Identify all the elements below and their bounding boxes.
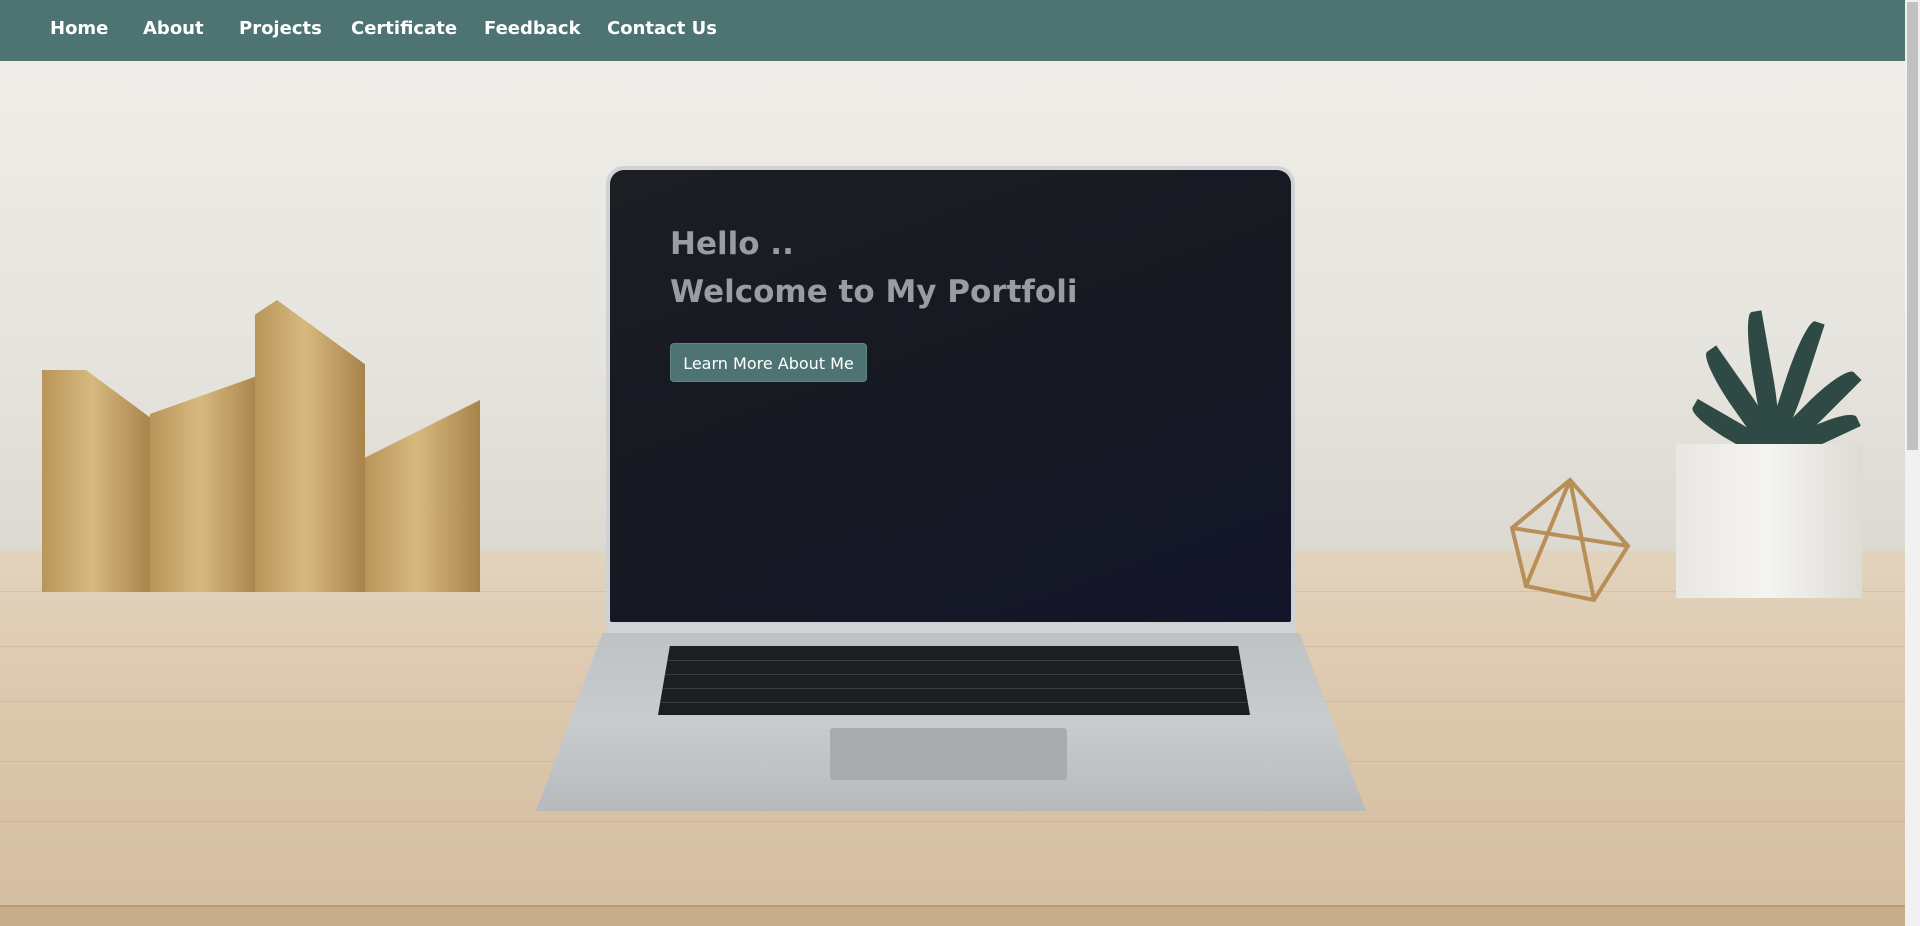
hero-greeting: Hello ..	[670, 226, 794, 262]
geometric-ornament-image	[1509, 477, 1631, 603]
desk-edge	[0, 905, 1905, 926]
scrollbar-thumb[interactable]	[1907, 2, 1918, 450]
nav-projects-link[interactable]: Projects	[239, 18, 322, 39]
hero-welcome-title: Welcome to My Portfoli	[670, 274, 1078, 310]
nav-feedback-link[interactable]: Feedback	[484, 18, 581, 39]
vertical-scrollbar[interactable]	[1905, 0, 1920, 926]
page: Hello .. Welcome to My Portfoli Learn Mo…	[0, 0, 1920, 926]
nav-certificate-link[interactable]: Certificate	[351, 18, 457, 39]
nav-contact-link[interactable]: Contact Us	[607, 18, 717, 39]
nav-home-link[interactable]: Home	[50, 18, 108, 39]
desk-grain	[0, 821, 1905, 822]
nav-about-link[interactable]: About	[143, 18, 204, 39]
hero-section: Hello .. Welcome to My Portfoli Learn Mo…	[670, 220, 1078, 382]
top-navbar: Home About Projects Certificate Feedback…	[0, 0, 1905, 61]
learn-more-button[interactable]: Learn More About Me	[670, 343, 867, 382]
